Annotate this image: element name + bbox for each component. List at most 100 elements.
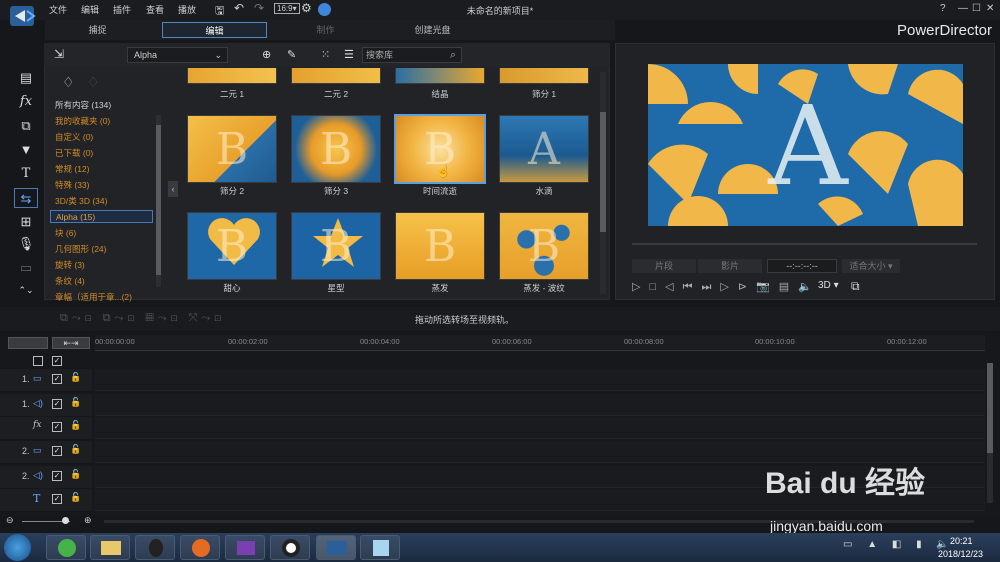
fit-timeline-icon[interactable]: ⇤⇥	[52, 337, 90, 349]
category-item[interactable]: 块 (6)	[50, 227, 153, 240]
taskbar-app-browser-icon[interactable]	[46, 535, 86, 560]
library-search-input[interactable]: 搜索库 ⌕	[362, 47, 462, 63]
lock-icon[interactable]: 🔓	[70, 444, 81, 455]
category-item[interactable]: 旋转 (3)	[50, 259, 153, 272]
category-item[interactable]: 已下载 (0)	[50, 147, 153, 160]
category-item[interactable]: 3D/类 3D (34)	[50, 195, 153, 208]
settings-gear-icon[interactable]: ⚙	[301, 1, 312, 15]
category-item[interactable]: 所有内容 (134)	[50, 99, 153, 112]
lock-icon[interactable]: 🔓	[70, 420, 81, 431]
favorite-add-icon[interactable]: ♢	[62, 74, 75, 91]
transition-room-icon[interactable]: ⇆	[14, 188, 38, 208]
movie-mode-button[interactable]: 影片	[698, 259, 762, 273]
tab-edit[interactable]: 编辑	[162, 22, 267, 38]
audio-track-1[interactable]	[95, 394, 985, 416]
transition-thumb[interactable]: B	[187, 212, 277, 280]
taskbar-app-qq-icon[interactable]	[135, 535, 175, 560]
transition-thumb[interactable]: B	[187, 115, 277, 183]
taskbar-app-recorder-icon[interactable]	[270, 535, 310, 560]
import-icon[interactable]: ⇲	[54, 47, 64, 61]
tab-create-disc[interactable]: 创建光盘	[380, 22, 485, 38]
start-button-icon[interactable]	[4, 534, 31, 561]
maximize-icon[interactable]: ☐	[972, 3, 981, 14]
grid-view-icon[interactable]: ⁙	[321, 48, 330, 61]
collapse-panel-icon[interactable]: ‹	[168, 181, 178, 197]
transition-thumb-top[interactable]	[395, 68, 485, 84]
clip-mode-button[interactable]: 片段	[632, 259, 696, 273]
list-view-icon[interactable]: ☰	[344, 48, 354, 61]
menu-view[interactable]: 查看	[146, 3, 164, 16]
transition-thumb-selected[interactable]: B ☝	[394, 114, 486, 184]
search-icon[interactable]: ⌕	[450, 48, 456, 62]
new-item-icon[interactable]: ⊕	[262, 48, 271, 61]
category-item[interactable]: 章幅（适用于章...(2)	[50, 291, 153, 304]
menu-file[interactable]: 文件	[49, 3, 67, 16]
favorite-remove-icon[interactable]: ♢	[87, 74, 100, 91]
transition-tools-icon[interactable]: ⧉⤳⊡ ⧉⤳⊡ ▦⤳⊡ ⤧⤳⊡	[60, 312, 225, 325]
subtitle-room-icon[interactable]: ▭	[14, 258, 38, 278]
zoom-out-icon[interactable]: ⊖	[6, 515, 14, 526]
transition-thumb[interactable]: A	[499, 115, 589, 183]
track-enable-checkbox[interactable]: ✓	[52, 399, 62, 409]
transition-thumb[interactable]: B	[395, 212, 485, 280]
preview-seek-bar[interactable]	[632, 243, 977, 245]
fx-room-icon[interactable]: fx	[14, 92, 38, 112]
media-room-icon[interactable]: ▤	[14, 68, 38, 88]
enable-all-checkbox[interactable]: ✓	[52, 356, 62, 366]
pip-room-icon[interactable]: ⧉	[14, 116, 38, 136]
transition-thumb[interactable]: B	[291, 212, 381, 280]
taskbar-app-firefox-icon[interactable]	[180, 535, 220, 560]
category-dropdown[interactable]: Alpha ⌄	[127, 47, 228, 63]
menu-plugin[interactable]: 插件	[113, 3, 131, 16]
category-item[interactable]: 自定义 (0)	[50, 131, 153, 144]
timecode-field[interactable]: --:--:--:--	[767, 259, 837, 273]
transition-thumb-top[interactable]	[499, 68, 589, 84]
help-icon[interactable]: ?	[940, 3, 946, 14]
voiceover-icon[interactable]: 🎙	[14, 234, 38, 254]
category-item-selected[interactable]: Alpha (15)	[50, 210, 153, 223]
aspect-ratio-icon[interactable]: 16:9▾	[274, 3, 300, 14]
track-enable-checkbox[interactable]: ✓	[52, 471, 62, 481]
track-enable-checkbox[interactable]: ✓	[52, 494, 62, 504]
menu-play[interactable]: 播放	[178, 3, 196, 16]
title-room-icon[interactable]: T	[14, 164, 38, 184]
transition-thumb-top[interactable]	[187, 68, 277, 84]
lock-icon[interactable]: 🔓	[70, 492, 81, 503]
minimize-icon[interactable]: —	[958, 3, 968, 14]
edit-item-icon[interactable]: ✎	[287, 48, 296, 61]
taskbar-app-explorer-icon[interactable]	[90, 535, 130, 560]
category-item[interactable]: 特殊 (33)	[50, 179, 153, 192]
transition-thumb[interactable]: B	[499, 212, 589, 280]
tab-capture[interactable]: 捕捉	[45, 22, 150, 38]
zoom-in-icon[interactable]: ⊕	[84, 515, 92, 526]
playback-controls[interactable]: ▷□◁⏮⏭▷⊳📷▤🔈	[632, 280, 821, 294]
close-icon[interactable]: ✕	[986, 3, 994, 14]
update-icon[interactable]	[318, 3, 331, 16]
lock-icon[interactable]: 🔓	[70, 372, 81, 383]
category-item[interactable]: 条纹 (4)	[50, 275, 153, 288]
menu-edit[interactable]: 编辑	[81, 3, 99, 16]
track-enable-checkbox[interactable]: ✓	[52, 446, 62, 456]
fit-size-dropdown[interactable]: 适合大小 ▾	[842, 259, 900, 273]
transition-thumb-top[interactable]	[291, 68, 381, 84]
taskbar-app-media-icon[interactable]	[225, 535, 265, 560]
track-manager-button[interactable]	[8, 337, 48, 349]
select-all-checkbox[interactable]	[33, 356, 43, 366]
track-enable-checkbox[interactable]: ✓	[52, 422, 62, 432]
undock-icon[interactable]: ⧉	[851, 279, 860, 294]
lock-icon[interactable]: 🔓	[70, 397, 81, 408]
category-scrollbar[interactable]	[156, 115, 161, 287]
fx-track[interactable]	[95, 417, 985, 439]
category-item[interactable]: 几何图形 (24)	[50, 243, 153, 256]
lock-icon[interactable]: 🔓	[70, 469, 81, 480]
category-item[interactable]: 常规 (12)	[50, 163, 153, 176]
transition-thumb[interactable]: B	[291, 115, 381, 183]
audio-mixing-icon[interactable]: ⊞	[14, 212, 38, 232]
save-icon[interactable]: 🖫	[215, 2, 224, 21]
tab-produce[interactable]: 制作	[273, 22, 378, 38]
time-ruler[interactable]: 00:00:00:00 00:00:02:00 00:00:04:00 00:0…	[95, 335, 985, 351]
3d-mode-button[interactable]: 3D ▾	[818, 280, 839, 291]
taskbar-app-powerdirector-icon[interactable]	[316, 535, 356, 560]
timeline-vertical-scrollbar[interactable]	[987, 363, 993, 503]
library-scrollbar[interactable]	[600, 72, 606, 294]
